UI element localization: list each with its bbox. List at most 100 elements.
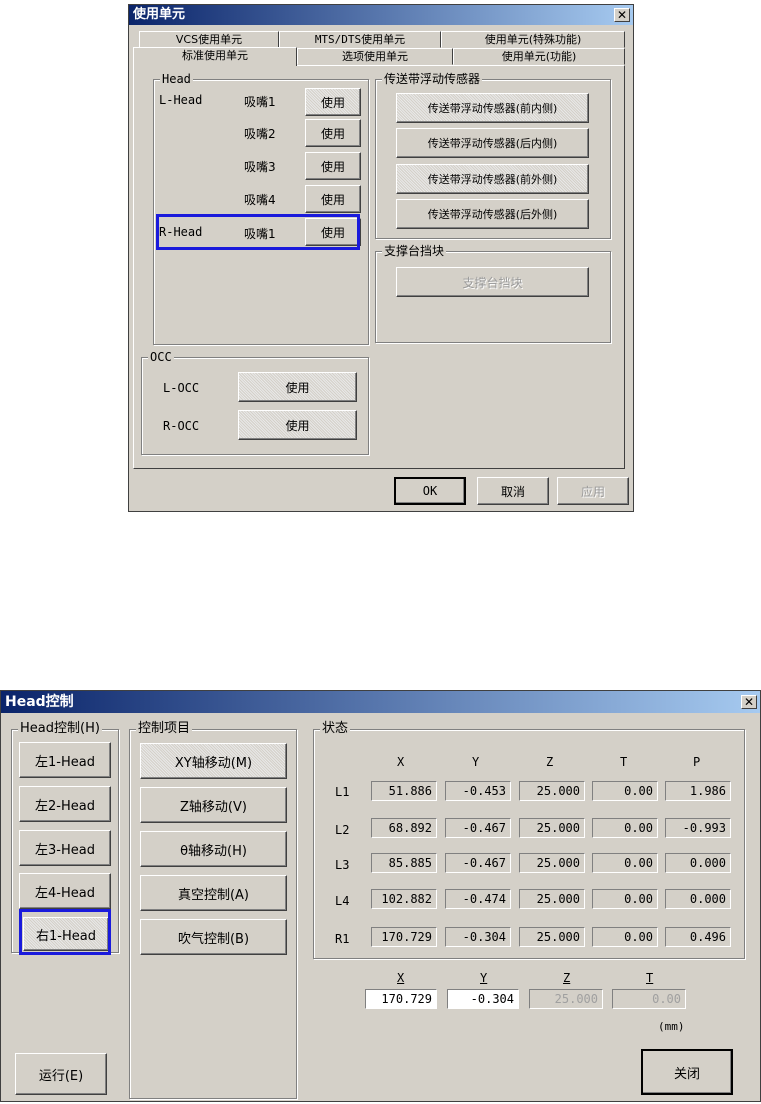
conveyor-front-inner-button[interactable]: 传送带浮动传感器(前内侧) [396, 93, 589, 123]
l2-y: -0.467 [445, 818, 511, 838]
nozzle4-use-button[interactable]: 使用 [305, 185, 361, 213]
l3-x: 85.885 [371, 853, 437, 873]
r-head-highlight [156, 214, 360, 250]
input-z-label: Z [563, 971, 571, 985]
l2-t: 0.00 [592, 818, 658, 838]
r-occ-use-button[interactable]: 使用 [238, 410, 357, 440]
z-move-button[interactable]: Z轴移动(V) [140, 787, 287, 823]
run-button[interactable]: 运行(E) [15, 1053, 107, 1095]
cancel-button[interactable]: 取消 [477, 477, 549, 505]
l2-x: 68.892 [371, 818, 437, 838]
r1-y: -0.304 [445, 927, 511, 947]
nozzle2-use-button[interactable]: 使用 [305, 119, 361, 147]
right1-highlight [19, 909, 111, 955]
support-block-group: 支撑台挡块 [375, 244, 611, 343]
l1-y: -0.453 [445, 781, 511, 801]
l3-p: 0.000 [665, 853, 731, 873]
head-left2-button[interactable]: 左2-Head [19, 786, 111, 822]
col-t-header: T [620, 755, 628, 769]
head-left4-button[interactable]: 左4-Head [19, 873, 111, 909]
l-occ-use-button[interactable]: 使用 [238, 372, 357, 402]
col-y-header: Y [472, 755, 480, 769]
nozzle3-use-button[interactable]: 使用 [305, 152, 361, 180]
l-occ-label: L-OCC [163, 381, 200, 395]
l-head-label: L-Head [159, 93, 203, 107]
dialog-title: Head控制 [5, 694, 74, 710]
head-group-label: Head [160, 72, 193, 86]
close-icon[interactable]: ✕ [741, 695, 757, 709]
nozzle2-label: 吸嘴2 [244, 127, 276, 141]
l4-t: 0.00 [592, 889, 658, 909]
l1-p: 1.986 [665, 781, 731, 801]
row-label: L2 [335, 823, 350, 837]
conveyor-rear-outer-button[interactable]: 传送带浮动传感器(后外侧) [396, 199, 589, 229]
use-unit-title-bar[interactable]: 使用单元 [129, 5, 633, 25]
head-control-group-label: Head控制(H) [18, 721, 102, 736]
control-items-group: 控制项目 [129, 722, 297, 1099]
l4-y: -0.474 [445, 889, 511, 909]
col-x-header: X [397, 755, 405, 769]
l3-z: 25.000 [519, 853, 585, 873]
target-z-input: 25.000 [529, 989, 603, 1009]
tab-special[interactable]: 使用单元(特殊功能) [441, 31, 625, 48]
vacuum-control-button[interactable]: 真空控制(A) [140, 875, 287, 911]
tab-standard[interactable]: 标准使用单元 [133, 47, 297, 66]
conveyor-rear-inner-button[interactable]: 传送带浮动传感器(后内侧) [396, 128, 589, 158]
head-left1-button[interactable]: 左1-Head [19, 742, 111, 778]
r1-t: 0.00 [592, 927, 658, 947]
status-group-label: 状态 [320, 721, 351, 736]
use-unit-dialog: 使用单元 ✕ VCS使用单元 MTS/DTS使用单元 使用单元(特殊功能) 标准… [128, 4, 634, 512]
target-t-input: 0.00 [612, 989, 686, 1009]
support-block-button[interactable]: 支撑台挡块 [396, 267, 589, 297]
l1-x: 51.886 [371, 781, 437, 801]
r1-z: 25.000 [519, 927, 585, 947]
nozzle3-label: 吸嘴3 [244, 160, 276, 174]
r-occ-label: R-OCC [163, 419, 200, 433]
head-left3-button[interactable]: 左3-Head [19, 830, 111, 866]
target-y-input[interactable]: -0.304 [447, 989, 519, 1009]
nozzle1-label: 吸嘴1 [244, 95, 276, 109]
support-block-group-label: 支撑台挡块 [382, 244, 447, 258]
row-label: L4 [335, 894, 350, 908]
nozzle4-label: 吸嘴4 [244, 193, 276, 207]
head-control-title-bar[interactable]: Head控制 [1, 691, 760, 713]
l1-z: 25.000 [519, 781, 585, 801]
blow-control-button[interactable]: 吹气控制(B) [140, 919, 287, 955]
l3-y: -0.467 [445, 853, 511, 873]
col-p-header: P [693, 755, 701, 769]
theta-move-button[interactable]: θ轴移动(H) [140, 831, 287, 867]
tab-mts-dts[interactable]: MTS/DTS使用单元 [279, 31, 441, 48]
tab-option[interactable]: 选项使用单元 [297, 48, 453, 65]
l4-z: 25.000 [519, 889, 585, 909]
close-icon[interactable]: ✕ [614, 8, 630, 22]
xy-move-button[interactable]: XY轴移动(M) [140, 743, 287, 779]
input-t-label: T [646, 971, 654, 985]
input-x-label: X [397, 971, 405, 985]
input-y-label: Y [480, 971, 488, 985]
l2-p: -0.993 [665, 818, 731, 838]
head-control-dialog: Head控制 ✕ Head控制(H) 左1-Head 左2-Head 左3-He… [0, 690, 761, 1102]
row-label: L1 [335, 785, 350, 799]
status-group: 状态 [313, 722, 745, 959]
tab-vcs[interactable]: VCS使用单元 [139, 31, 279, 48]
r1-p: 0.496 [665, 927, 731, 947]
ok-button[interactable]: OK [394, 477, 466, 505]
conveyor-front-outer-button[interactable]: 传送带浮动传感器(前外侧) [396, 164, 589, 194]
apply-button[interactable]: 应用 [557, 477, 629, 505]
l2-z: 25.000 [519, 818, 585, 838]
tab-function[interactable]: 使用单元(功能) [453, 48, 625, 65]
row-label: L3 [335, 858, 350, 872]
l4-p: 0.000 [665, 889, 731, 909]
l3-t: 0.00 [592, 853, 658, 873]
target-x-input[interactable]: 170.729 [365, 989, 437, 1009]
nozzle1-use-button[interactable]: 使用 [305, 88, 361, 116]
dialog-title: 使用单元 [133, 7, 186, 22]
conveyor-sensor-group-label: 传送带浮动传感器 [382, 72, 483, 86]
l4-x: 102.882 [371, 889, 437, 909]
close-button[interactable]: 关闭 [641, 1049, 733, 1095]
occ-group-label: OCC [148, 350, 174, 364]
unit-label: (mm) [658, 1020, 685, 1033]
row-label: R1 [335, 932, 350, 946]
r1-x: 170.729 [371, 927, 437, 947]
l1-t: 0.00 [592, 781, 658, 801]
